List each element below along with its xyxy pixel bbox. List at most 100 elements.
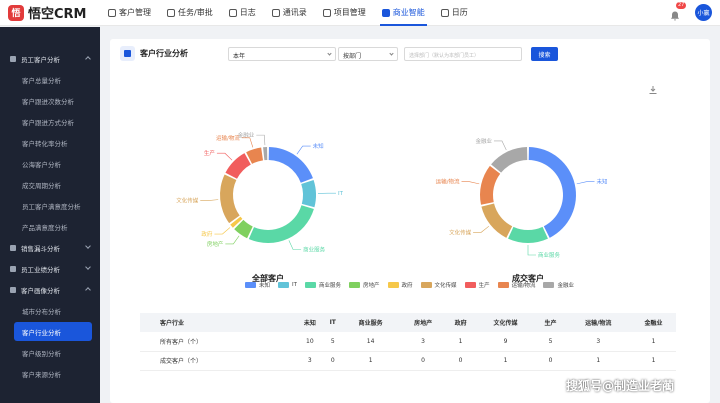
sidebar-item[interactable]: 产品满意度分析 xyxy=(0,216,100,237)
nav-item-4[interactable]: 项目管理 xyxy=(315,0,374,26)
donut-slice[interactable] xyxy=(508,226,548,243)
legend-swatch xyxy=(278,282,290,288)
page-title: 客户行业分析 xyxy=(140,49,188,58)
donut-slice[interactable] xyxy=(225,153,251,179)
nav-item-6[interactable]: 日历 xyxy=(433,0,476,26)
slice-label: 文化传媒 xyxy=(449,228,472,236)
table-cell: 0 xyxy=(400,351,446,371)
legend-item[interactable]: 生产 xyxy=(464,281,490,289)
department-select[interactable]: 按部门 xyxy=(338,47,398,61)
sidebar-group-1[interactable]: 员工客户分析 xyxy=(0,48,100,69)
nav-item-2[interactable]: 日志 xyxy=(221,0,264,26)
chevron-icon xyxy=(85,56,91,62)
sidebar-item[interactable]: 客户跟进次数分析 xyxy=(0,90,100,111)
table-row: 成交客户（个） 3 0 1 0 0 1 0 1 1 xyxy=(140,351,676,371)
slice-label: 文化传媒 xyxy=(176,197,199,205)
table-cell: 1 xyxy=(445,332,476,352)
donut-slice[interactable] xyxy=(220,174,240,224)
label-leader xyxy=(493,140,507,151)
chevron-down-icon xyxy=(389,51,394,56)
legend-item[interactable]: 金融业 xyxy=(543,281,574,289)
sidebar-group-3[interactable]: 员工业绩分析 xyxy=(0,258,100,279)
donut-slice[interactable] xyxy=(248,205,314,243)
group-icon xyxy=(10,265,16,272)
sidebar-item[interactable]: 客户转化率分析 xyxy=(0,132,100,153)
column-header: 金融业 xyxy=(630,313,676,332)
logo-icon: 悟 xyxy=(8,4,24,21)
nav-item-3[interactable]: 通讯录 xyxy=(264,0,315,26)
sidebar-item[interactable]: 客户来源分析 xyxy=(0,363,100,384)
nav-item-label: 任务/审批 xyxy=(178,8,213,17)
department-select-value: 按部门 xyxy=(343,53,362,60)
sidebar: 员工客户分析 客户总量分析 客户跟进次数分析 客户跟进方式分析 客户转化率分析 公海客户分… xyxy=(0,27,100,403)
project-icon xyxy=(322,8,331,17)
sidebar-group-2[interactable]: 销售漏斗分析 xyxy=(0,237,100,258)
sidebar-item[interactable]: 客户跟进方式分析 xyxy=(0,111,100,132)
avatar[interactable]: 小赢 xyxy=(695,4,712,21)
group-icon xyxy=(10,55,16,62)
legend-item[interactable]: 运输/物流 xyxy=(497,281,535,289)
download-icon[interactable] xyxy=(648,85,658,95)
column-header: 文化传媒 xyxy=(475,313,536,332)
legend-item[interactable]: 房地产 xyxy=(349,281,380,289)
slice-label: 运输/物流 xyxy=(216,134,240,142)
sidebar-item[interactable]: 客户级别分析 xyxy=(0,342,100,363)
sidebar-item[interactable]: 公海客户分析 xyxy=(0,153,100,174)
table-cell: 1 xyxy=(340,351,401,371)
sidebar-item[interactable]: 城市分布分析 xyxy=(0,300,100,321)
nav-item-5[interactable]: 商业智能 xyxy=(374,0,433,26)
sidebar-item[interactable]: 成交周期分析 xyxy=(0,174,100,195)
sidebar-item[interactable]: 客户行业分析 xyxy=(14,322,92,341)
donut-slice[interactable] xyxy=(301,179,316,208)
nav-item-1[interactable]: 任务/审批 xyxy=(159,0,221,26)
contacts-icon xyxy=(271,8,280,17)
chart-legend: 未知 IT 商业服务 房地产 政府 文化传媒 生产 运输/物流 金融业 xyxy=(245,281,582,289)
slice-label: 商业服务 xyxy=(538,251,561,259)
table-cell: 5 xyxy=(324,332,341,352)
top-bar: 悟 悟空CRM 客户管理 任务/审批 日志 通讯录 项目管理 商业智能 日历 27 小赢 xyxy=(0,0,720,26)
app-logo[interactable]: 悟 悟空CRM xyxy=(0,3,100,22)
sidebar-group-label: 客户画像分析 xyxy=(21,286,60,295)
legend-item[interactable]: 政府 xyxy=(387,281,413,289)
column-header: 生产 xyxy=(535,313,566,332)
legend-label: 房地产 xyxy=(363,283,380,289)
nav-item-0[interactable]: 客户管理 xyxy=(100,0,159,26)
label-leader xyxy=(256,134,266,146)
legend-label: 商业服务 xyxy=(319,283,342,289)
column-header: 客户行业 xyxy=(140,313,295,332)
department-search-input[interactable]: 选择部门（默认为本部门员工） xyxy=(404,47,522,61)
legend-item[interactable]: 未知 xyxy=(245,281,270,289)
search-button[interactable]: 搜索 xyxy=(531,47,558,61)
slice-label: IT xyxy=(338,191,344,197)
legend-item[interactable]: 文化传媒 xyxy=(420,281,457,289)
legend-label: 政府 xyxy=(401,283,413,289)
slice-label: 金融业 xyxy=(238,131,255,139)
sidebar-group-4[interactable]: 客户画像分析 xyxy=(0,279,100,300)
donut-slice[interactable] xyxy=(491,147,528,173)
donut-slice[interactable] xyxy=(479,165,501,205)
notification-badge: 27 xyxy=(676,1,687,9)
donut-slice[interactable] xyxy=(528,147,576,238)
legend-item[interactable]: 商业服务 xyxy=(305,281,341,289)
sidebar-item[interactable]: 客户总量分析 xyxy=(0,69,100,90)
column-header: 商业服务 xyxy=(340,313,401,332)
donut-slice[interactable] xyxy=(268,147,313,183)
slice-label: 商业服务 xyxy=(303,246,326,254)
legend-swatch xyxy=(245,282,256,288)
table-cell: 成交客户（个） xyxy=(140,351,295,371)
period-select[interactable]: 本年 xyxy=(228,47,336,61)
legend-swatch xyxy=(464,282,476,288)
bi-icon xyxy=(381,8,390,17)
donut-slice[interactable] xyxy=(481,203,513,238)
sidebar-item[interactable]: 员工客户满意度分析 xyxy=(0,195,100,216)
legend-item[interactable]: IT xyxy=(278,281,297,289)
donut-slice[interactable] xyxy=(263,147,268,161)
chevron-icon xyxy=(85,243,91,249)
industry-donut-charts: 未知IT商业服务房地产政府文化传媒生产运输/物流金融业全部客户未知商业服务文化传… xyxy=(176,131,607,283)
bell-icon[interactable]: 27 xyxy=(669,1,687,20)
table-cell: 1 xyxy=(475,351,536,371)
panel-header: 客户行业分析 xyxy=(120,46,188,61)
period-select-value: 本年 xyxy=(233,53,246,60)
table-cell: 所有客户（个） xyxy=(140,332,295,352)
label-leader xyxy=(473,225,490,233)
